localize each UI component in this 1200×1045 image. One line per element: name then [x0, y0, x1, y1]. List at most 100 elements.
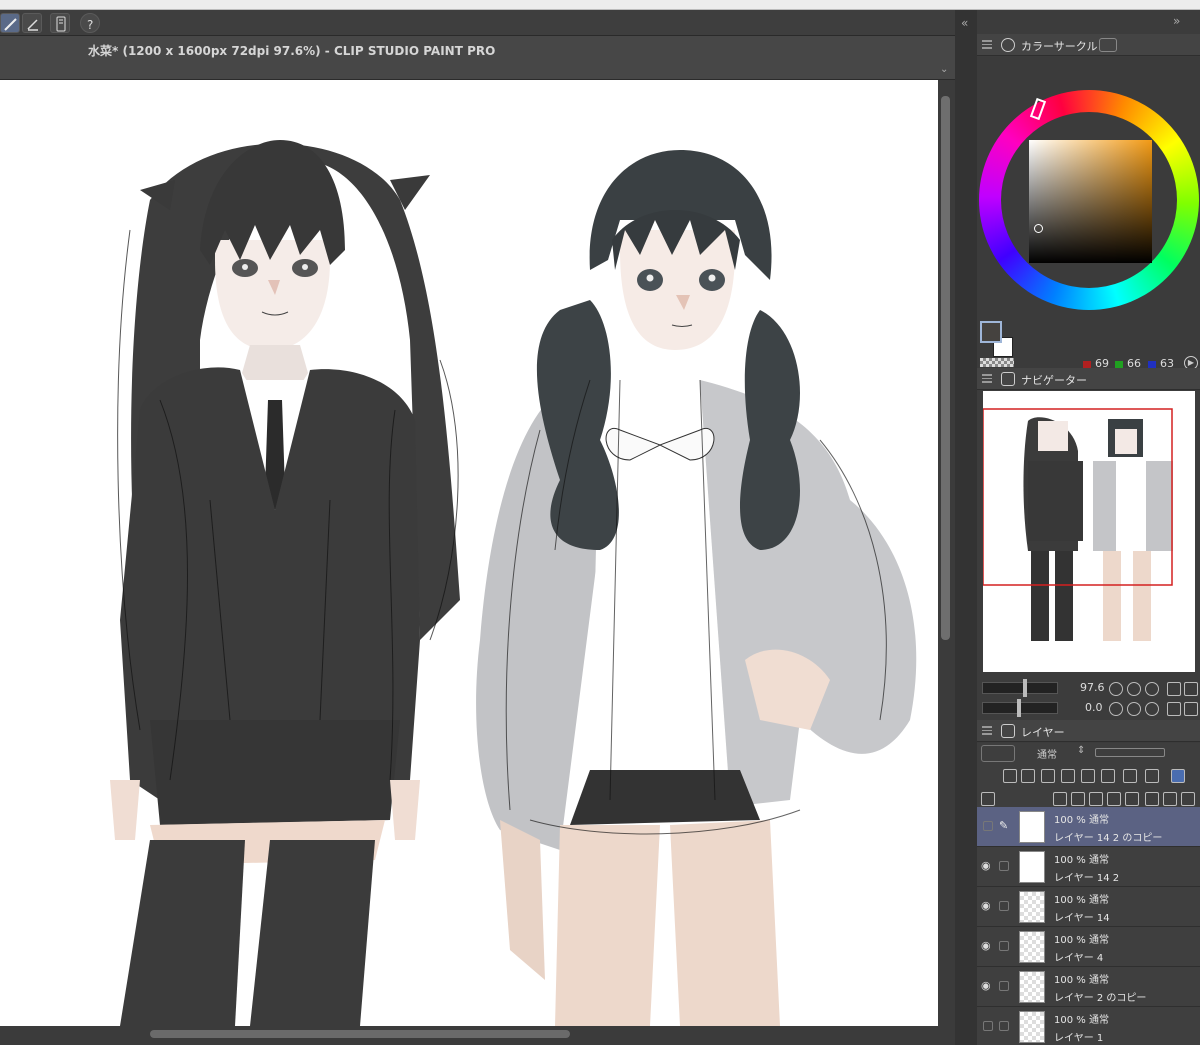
layer-row[interactable]: ◉ 100 % 通常 レイヤー 2 のコピー	[977, 967, 1200, 1007]
layer-lock-checkbox[interactable]	[999, 941, 1009, 951]
horizontal-scroll-thumb[interactable]	[150, 1030, 570, 1038]
color-circle-title: カラーサークル	[1021, 40, 1098, 53]
menu-grip-icon[interactable]	[982, 40, 992, 49]
navigator-header: ナビゲーター	[977, 368, 1200, 390]
flip-vertical-icon[interactable]	[1184, 702, 1198, 716]
layer-thumbnail	[1019, 811, 1045, 843]
layer-mode: 100 % 通常	[1054, 855, 1109, 866]
flip-horizontal-icon[interactable]	[1167, 702, 1181, 716]
zoom-slider-handle[interactable]	[1023, 679, 1027, 697]
eye-icon[interactable]: ◉	[981, 900, 993, 912]
new-raster-layer-icon[interactable]	[1053, 792, 1067, 806]
panel-gutter: «	[955, 10, 977, 1045]
layer-mode: 100 % 通常	[1054, 935, 1109, 946]
saturation-value-square[interactable]	[1029, 140, 1152, 263]
layer-title: レイヤー	[1021, 726, 1065, 739]
layer-row[interactable]: ✎ 100 % 通常 レイヤー 14 2 のコピー	[977, 807, 1200, 847]
layer-row[interactable]: ◉ 100 % 通常 レイヤー 14	[977, 887, 1200, 927]
layer-mode: 100 % 通常	[1054, 1015, 1109, 1026]
color-picker-cursor[interactable]	[1034, 224, 1043, 233]
layer-color-select[interactable]	[981, 745, 1015, 762]
help-icon[interactable]: ?	[80, 13, 100, 33]
collapse-left-icon[interactable]: «	[961, 16, 968, 30]
svg-text:?: ?	[87, 18, 93, 32]
rotate-left-icon[interactable]	[1109, 702, 1123, 716]
blend-mode-select[interactable]: 通常	[1037, 746, 1057, 761]
layer-row[interactable]: ◉ 100 % 通常 レイヤー 14 2	[977, 847, 1200, 887]
layer-panel-icon[interactable]	[1001, 724, 1015, 738]
layer-lock-checkbox[interactable]	[999, 981, 1009, 991]
artwork	[110, 140, 917, 1026]
layer-mode-icon[interactable]	[1145, 769, 1159, 783]
actual-size-icon[interactable]	[1167, 682, 1181, 696]
layer-thumbnail	[1019, 851, 1045, 883]
reset-rotation-icon[interactable]	[1145, 702, 1159, 716]
reference-layer-icon[interactable]	[1003, 769, 1017, 783]
layer-name: レイヤー 1	[1054, 1033, 1104, 1044]
transfer-down-icon[interactable]	[1107, 792, 1121, 806]
drawing-canvas[interactable]	[0, 80, 938, 1026]
opacity-slider[interactable]	[1095, 748, 1165, 757]
new-vector-layer-icon[interactable]	[1071, 792, 1085, 806]
zoom-out-icon[interactable]	[1109, 682, 1123, 696]
eye-icon[interactable]: ◉	[981, 940, 993, 952]
visibility-toggle[interactable]	[983, 1021, 993, 1031]
layer-mode: 100 % 通常	[1054, 815, 1109, 826]
layer-toolbar-1	[977, 765, 1200, 787]
layer-lock-checkbox[interactable]	[999, 1021, 1009, 1031]
eye-icon[interactable]: ◉	[981, 980, 993, 992]
device-icon[interactable]	[50, 13, 70, 33]
apply-mask-icon[interactable]	[1163, 792, 1177, 806]
eye-icon[interactable]: ◉	[981, 860, 993, 872]
navigator-icon[interactable]	[1001, 372, 1015, 386]
color-circle-icon[interactable]	[1001, 38, 1015, 52]
layer-color-icon[interactable]	[1171, 769, 1185, 783]
navigator-preview[interactable]	[982, 391, 1195, 672]
combine-layer-icon[interactable]	[1125, 792, 1139, 806]
vertical-scroll-thumb[interactable]	[941, 96, 950, 640]
draft-layer-icon[interactable]	[1021, 769, 1035, 783]
lock-transparency-icon[interactable]	[1081, 769, 1095, 783]
lock-icon[interactable]	[1061, 769, 1075, 783]
layer-mode: 100 % 通常	[1054, 975, 1109, 986]
clip-layer-icon[interactable]	[1041, 769, 1055, 783]
layer-row[interactable]: ◉ 100 % 通常 レイヤー 4	[977, 927, 1200, 967]
menu-grip-icon[interactable]	[982, 726, 992, 735]
new-folder-icon[interactable]	[1089, 792, 1103, 806]
layer-list-icon[interactable]	[981, 792, 995, 806]
chevron-down-icon[interactable]: ⌄	[940, 64, 948, 75]
color-circle-body: 69 66 63 ▶	[977, 57, 1200, 375]
layer-row[interactable]: 100 % 通常 レイヤー 1	[977, 1007, 1200, 1045]
document-title: 水菜* (1200 x 1600px 72dpi 97.6%) - CLIP S…	[88, 44, 496, 58]
layer-name: レイヤー 14 2 のコピー	[1054, 833, 1163, 844]
rotate-right-icon[interactable]	[1127, 702, 1141, 716]
layer-name: レイヤー 14 2	[1054, 873, 1120, 884]
mask-icon[interactable]	[1101, 769, 1115, 783]
transparent-color-swatch[interactable]	[980, 358, 1014, 367]
collapse-right-icon[interactable]: »	[1173, 14, 1180, 28]
zoom-in-icon[interactable]	[1127, 682, 1141, 696]
color-set-tab-icon[interactable]	[1099, 38, 1117, 52]
pencil-tool-icon[interactable]	[22, 13, 42, 33]
rotate-slider-handle[interactable]	[1017, 699, 1021, 717]
pen-tool-icon[interactable]	[0, 13, 20, 33]
layer-lock-checkbox[interactable]	[999, 901, 1009, 911]
ruler-icon[interactable]	[1123, 769, 1137, 783]
fit-window-icon[interactable]	[1184, 682, 1198, 696]
system-menubar	[0, 0, 1200, 10]
rotation-value: 0.0	[1085, 701, 1103, 714]
fit-view-icon[interactable]	[1145, 682, 1159, 696]
chevron-updown-icon[interactable]: ⇕	[1077, 745, 1085, 756]
layer-mask-icon[interactable]	[1145, 792, 1159, 806]
color-circle-header: カラーサークル	[977, 34, 1200, 56]
main-color-swatch[interactable]	[980, 321, 1002, 343]
trash-icon[interactable]	[1181, 792, 1195, 806]
menu-grip-icon[interactable]	[982, 374, 992, 383]
visibility-toggle[interactable]	[983, 821, 993, 831]
layer-name: レイヤー 4	[1054, 953, 1104, 964]
layer-lock-checkbox[interactable]	[999, 861, 1009, 871]
layer-name: レイヤー 2 のコピー	[1054, 993, 1147, 1004]
layer-name: レイヤー 14	[1054, 913, 1110, 924]
app-window: ? 水菜* (1200 x 1600px 72dpi 97.6%) - CLIP…	[0, 0, 1200, 1045]
zoom-slider[interactable]	[982, 682, 1058, 694]
